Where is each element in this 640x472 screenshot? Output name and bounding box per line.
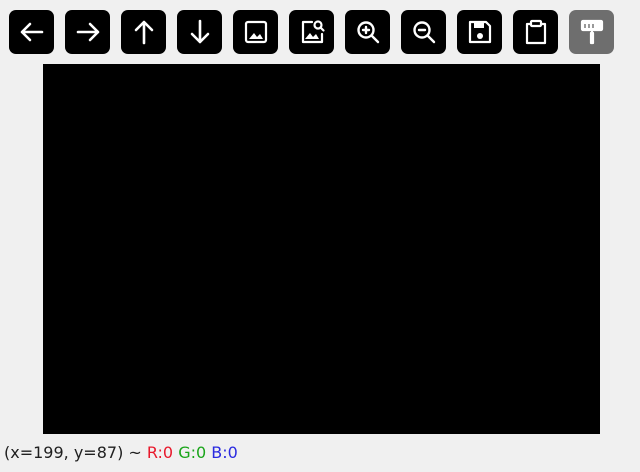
zoom-in-button[interactable] — [345, 10, 390, 54]
clipboard-button[interactable] — [513, 10, 558, 54]
zoom-out-button[interactable] — [401, 10, 446, 54]
pixel-green-value: G:0 — [178, 443, 207, 462]
back-button[interactable] — [9, 10, 54, 54]
cursor-coordinates: (x=199, y=87) ~ — [4, 443, 142, 462]
pixel-blue-value: B:0 — [211, 443, 238, 462]
zoom-out-icon — [412, 21, 435, 44]
save-button[interactable] — [457, 10, 502, 54]
image-search-icon — [301, 20, 325, 44]
arrow-right-icon — [76, 22, 99, 42]
arrow-left-icon — [20, 22, 43, 42]
toolbar — [9, 10, 614, 54]
image-canvas[interactable] — [43, 64, 600, 434]
image-button[interactable] — [233, 10, 278, 54]
pixel-red-value: R:0 — [146, 443, 174, 462]
zoom-in-icon — [356, 21, 379, 44]
clipboard-icon — [525, 19, 546, 45]
image-search-button[interactable] — [289, 10, 334, 54]
paint-roller-button[interactable] — [569, 10, 614, 54]
arrow-up-icon — [134, 20, 153, 45]
forward-button[interactable] — [65, 10, 110, 54]
save-icon — [468, 20, 491, 44]
down-button[interactable] — [177, 10, 222, 54]
image-icon — [244, 20, 267, 44]
arrow-down-icon — [190, 19, 209, 44]
up-button[interactable] — [121, 10, 166, 54]
status-bar: (x=199, y=87) ~ R:0 G:0 B:0 — [4, 443, 238, 462]
paint-roller-icon — [580, 19, 603, 45]
